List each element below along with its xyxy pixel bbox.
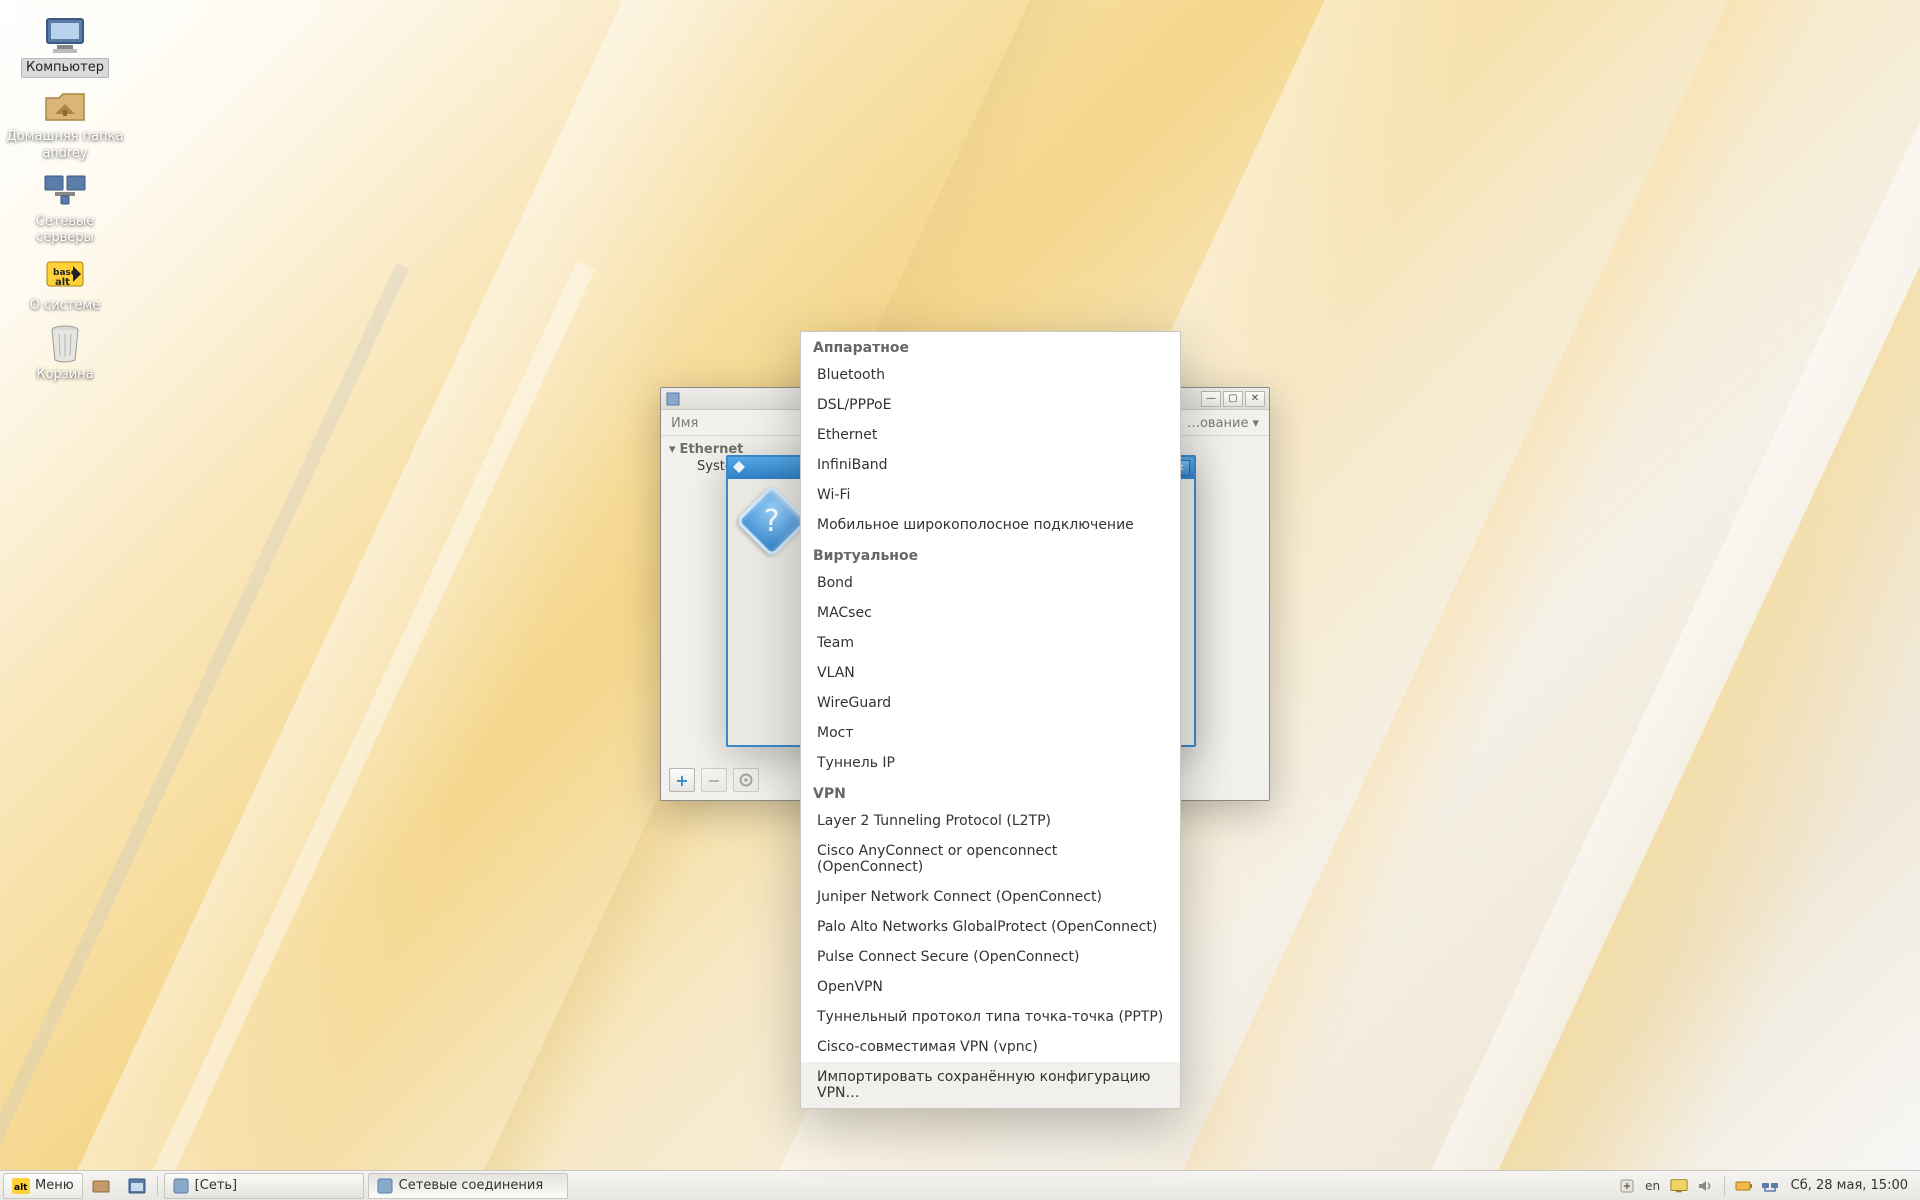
minus-icon: −: [707, 771, 720, 790]
desktop-icon-computer[interactable]: Компьютер: [0, 10, 130, 80]
system-tray: en Сб, 28 мая, 15:00: [1618, 1176, 1920, 1196]
menu-item[interactable]: Wi-Fi: [801, 480, 1180, 510]
plus-icon: +: [675, 771, 688, 790]
menu-item[interactable]: Мобильное широкополосное подключение: [801, 510, 1180, 540]
menu-item[interactable]: Cisco AnyConnect or openconnect (OpenCon…: [801, 836, 1180, 882]
edit-connection-button[interactable]: [733, 768, 759, 792]
tray-display-icon[interactable]: [1670, 1177, 1688, 1195]
desktop-icon-network-servers[interactable]: Сетевые серверы: [0, 165, 130, 250]
clock[interactable]: Сб, 28 мая, 15:00: [1787, 1178, 1912, 1193]
desktop-icon-label: Сетевые серверы: [2, 213, 128, 248]
add-connection-button[interactable]: +: [669, 768, 695, 792]
desktop-icon-label: Домашняя папка andrey: [2, 128, 128, 163]
taskbar: alt Меню [Сеть] Сетевые соединения en: [0, 1170, 1920, 1200]
chevron-down-icon: ▾: [1252, 416, 1259, 431]
menu-section-header: Аппаратное: [801, 332, 1180, 360]
dialog-app-icon: [732, 460, 748, 476]
close-button[interactable]: ✕: [1245, 391, 1265, 407]
connection-type-menu: АппаратноеBluetoothDSL/PPPoEEthernetInfi…: [800, 331, 1181, 1109]
task-item-nm-connections[interactable]: Сетевые соединения: [368, 1173, 568, 1199]
tray-keyboard-layout[interactable]: en: [1644, 1177, 1662, 1195]
gear-icon: [739, 773, 753, 787]
menu-item[interactable]: Bluetooth: [801, 360, 1180, 390]
task-item-net-settings[interactable]: [Сеть]: [164, 1173, 364, 1199]
menu-item[interactable]: OpenVPN: [801, 972, 1180, 1002]
question-icon: ?: [735, 484, 809, 558]
remove-connection-button[interactable]: −: [701, 768, 727, 792]
desktop-icon-label: Корзина: [32, 366, 97, 384]
menu-item[interactable]: Team: [801, 628, 1180, 658]
home-folder-icon: [41, 84, 89, 126]
menu-item[interactable]: MACsec: [801, 598, 1180, 628]
desktop-icons: Компьютер Домашняя папка andrey Сетевые …: [0, 10, 140, 386]
task-label: Сетевые соединения: [399, 1178, 544, 1193]
menu-label: Меню: [35, 1178, 74, 1193]
desktop-icon-about[interactable]: base alt О системе: [0, 249, 130, 317]
menu-item[interactable]: Cisco-совместимая VPN (vpnc): [801, 1032, 1180, 1062]
svg-text:alt: alt: [55, 277, 70, 288]
svg-text:alt: alt: [14, 1183, 28, 1193]
desktop-icon-home[interactable]: Домашняя папка andrey: [0, 80, 130, 165]
window-app-icon: [665, 391, 681, 407]
menu-item[interactable]: VLAN: [801, 658, 1180, 688]
tray-network-icon[interactable]: [1761, 1177, 1779, 1195]
column-header-used[interactable]: …ование ▾: [1187, 416, 1259, 431]
computer-icon: [41, 14, 89, 56]
chevron-down-icon: ▾: [669, 442, 676, 457]
menu-section-header: VPN: [801, 778, 1180, 806]
menu-item[interactable]: Импортировать сохранённую конфигурацию V…: [801, 1062, 1180, 1108]
file-manager-icon: [128, 1178, 146, 1194]
task-label: [Сеть]: [195, 1178, 237, 1193]
desktop-icon-label: О системе: [26, 297, 104, 315]
menu-item[interactable]: Туннель IP: [801, 748, 1180, 778]
trash-icon: [41, 322, 89, 364]
menu-item[interactable]: Palo Alto Networks GlobalProtect (OpenCo…: [801, 912, 1180, 942]
file-manager-button[interactable]: [119, 1173, 155, 1199]
tray-volume-icon[interactable]: [1696, 1177, 1714, 1195]
menu-item[interactable]: WireGuard: [801, 688, 1180, 718]
menu-section-header: Виртуальное: [801, 540, 1180, 568]
minimize-button[interactable]: —: [1201, 391, 1221, 407]
start-menu-button[interactable]: alt Меню: [3, 1173, 83, 1199]
settings-icon: [377, 1178, 393, 1194]
menu-item[interactable]: Мост: [801, 718, 1180, 748]
desktop-icon-trash[interactable]: Корзина: [0, 318, 130, 386]
show-desktop-icon: [92, 1178, 110, 1194]
basealt-logo-icon: base alt: [41, 253, 89, 295]
menu-item[interactable]: InfiniBand: [801, 450, 1180, 480]
menu-item[interactable]: Ethernet: [801, 420, 1180, 450]
tray-updates-icon[interactable]: [1618, 1177, 1636, 1195]
tray-battery-icon[interactable]: [1735, 1177, 1753, 1195]
menu-item[interactable]: Bond: [801, 568, 1180, 598]
maximize-button[interactable]: ▢: [1223, 391, 1243, 407]
menu-item[interactable]: Layer 2 Tunneling Protocol (L2TP): [801, 806, 1180, 836]
menu-item[interactable]: DSL/PPPoE: [801, 390, 1180, 420]
settings-icon: [173, 1178, 189, 1194]
show-desktop-button[interactable]: [83, 1173, 119, 1199]
menu-item[interactable]: Туннельный протокол типа точка-точка (PP…: [801, 1002, 1180, 1032]
menu-item[interactable]: Juniper Network Connect (OpenConnect): [801, 882, 1180, 912]
desktop-icon-label: Компьютер: [21, 58, 109, 78]
network-servers-icon: [41, 169, 89, 211]
menu-item[interactable]: Pulse Connect Secure (OpenConnect): [801, 942, 1180, 972]
basealt-menu-icon: alt: [12, 1178, 30, 1194]
